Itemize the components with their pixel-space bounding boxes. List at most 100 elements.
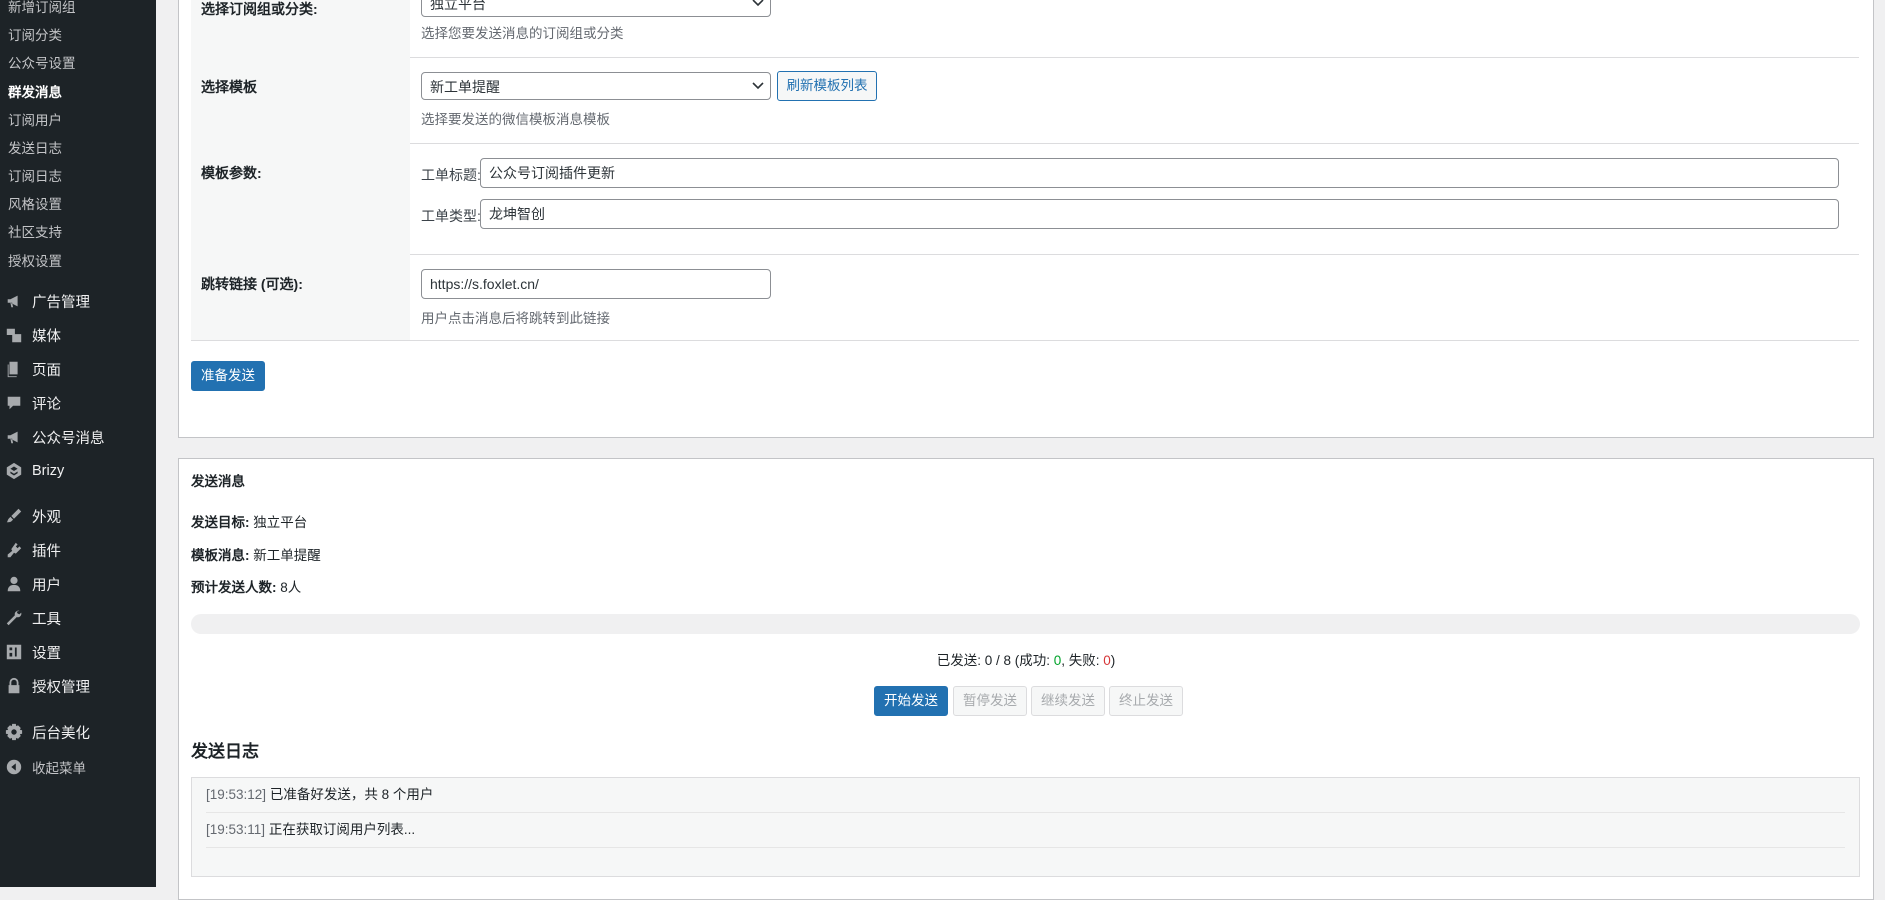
send-panel-title: 发送消息	[191, 474, 245, 489]
ticket-type-input[interactable]: 龙坤智创	[480, 199, 1839, 229]
group-select[interactable]: 独立平台	[421, 0, 771, 17]
pause-send-button[interactable]: 暂停发送	[953, 686, 1027, 716]
brush-icon	[4, 506, 24, 526]
template-select[interactable]: 新工单提醒	[421, 72, 771, 100]
menu-label: 公众号消息	[32, 430, 105, 447]
menu-comments[interactable]: 评论	[4, 389, 154, 417]
chevron-down-icon	[752, 82, 764, 90]
menu-label: 用户	[32, 577, 61, 594]
send-template: 模板消息: 新工单提醒	[191, 544, 321, 564]
send-count-value: 8人	[280, 580, 302, 595]
page-icon	[4, 359, 24, 379]
megaphone-icon	[4, 427, 24, 447]
send-log-heading: 发送日志	[191, 742, 259, 761]
ticket-type-label: 工单类型:	[421, 208, 481, 224]
template-row: 选择模板 新工单提醒 刷新模板列表 选择要发送的微信模板消息模板	[191, 57, 1859, 143]
plugin-icon	[4, 540, 24, 560]
menu-wechat-messages[interactable]: 公众号消息	[4, 423, 154, 451]
submenu-categories[interactable]: 订阅分类	[8, 27, 62, 45]
send-target: 发送目标: 独立平台	[191, 511, 307, 531]
submenu-license-settings[interactable]: 授权设置	[8, 253, 62, 271]
menu-label: 评论	[32, 396, 61, 413]
template-description: 选择要发送的微信模板消息模板	[421, 112, 610, 127]
submenu-broadcast[interactable]: 群发消息	[8, 84, 62, 102]
send-count: 预计发送人数: 8人	[191, 576, 301, 596]
menu-license[interactable]: 授权管理	[4, 672, 154, 700]
menu-collapse[interactable]: 收起菜单	[4, 753, 154, 781]
ticket-title-label: 工单标题:	[421, 167, 481, 183]
ticket-title-input[interactable]: 公众号订阅插件更新	[480, 158, 1839, 188]
menu-admin-beautify[interactable]: 后台美化	[4, 718, 154, 746]
wrench-icon	[4, 608, 24, 628]
menu-users[interactable]: 用户	[4, 570, 154, 598]
admin-sidebar: 新增订阅组 订阅分类 公众号设置 群发消息 订阅用户 发送日志 订阅日志 风格设…	[0, 0, 156, 887]
menu-label: 工具	[32, 611, 61, 628]
resume-send-button[interactable]: 继续发送	[1031, 686, 1105, 716]
stop-send-button[interactable]: 终止发送	[1109, 686, 1183, 716]
log-time: [19:53:12]	[206, 787, 267, 802]
params-label: 模板参数:	[201, 165, 262, 181]
log-time: [19:53:11]	[206, 822, 266, 837]
menu-label: 媒体	[32, 328, 61, 345]
menu-label: 收起菜单	[32, 761, 86, 776]
log-text: 正在获取订阅用户列表...	[268, 822, 416, 837]
link-row: 跳转链接 (可选): https://s.foxlet.cn/ 用户点击消息后将…	[191, 254, 1859, 341]
send-template-label: 模板消息:	[191, 548, 250, 563]
template-label: 选择模板	[201, 79, 257, 95]
gear-icon	[4, 722, 24, 742]
menu-label: 页面	[32, 362, 61, 379]
menu-appearance[interactable]: 外观	[4, 502, 154, 530]
menu-label: 广告管理	[32, 294, 90, 311]
menu-label: 后台美化	[32, 725, 90, 742]
menu-tools[interactable]: 工具	[4, 604, 154, 632]
menu-label: 外观	[32, 509, 61, 526]
menu-label: Brizy	[32, 463, 65, 479]
menu-label: 设置	[32, 645, 61, 662]
log-text: 已准备好发送，共 8 个用户	[269, 787, 434, 802]
prepare-send-button[interactable]: 准备发送	[191, 361, 265, 391]
template-params-row: 模板参数: 工单标题: 公众号订阅插件更新 工单类型: 龙坤智创	[191, 143, 1859, 254]
chevron-down-icon	[752, 0, 764, 7]
submenu-style-settings[interactable]: 风格设置	[8, 196, 62, 214]
settings-icon	[4, 642, 24, 662]
send-counter: 已发送: 0 / 8 (成功: 0, 失败: 0)	[936, 653, 1116, 668]
group-description: 选择您要发送消息的订阅组或分类	[421, 26, 624, 41]
broadcast-form-panel: 选择订阅组或分类: 独立平台 选择您要发送消息的订阅组或分类 选择模板 新工单提…	[178, 0, 1874, 438]
menu-media[interactable]: 媒体	[4, 321, 154, 349]
media-icon	[4, 325, 24, 345]
group-select-value: 独立平台	[430, 0, 486, 12]
menu-label: 插件	[32, 543, 61, 560]
menu-brizy[interactable]: Brizy	[4, 457, 154, 485]
submenu-account-settings[interactable]: 公众号设置	[8, 55, 76, 73]
send-count-label: 预计发送人数:	[191, 580, 277, 595]
fail-count: 0	[1103, 653, 1111, 668]
log-entry: [19:53:11] 正在获取订阅用户列表...	[206, 813, 1845, 848]
menu-label: 授权管理	[32, 679, 90, 696]
user-icon	[4, 574, 24, 594]
send-target-label: 发送目标:	[191, 515, 250, 530]
comment-icon	[4, 393, 24, 413]
group-label: 选择订阅组或分类:	[201, 1, 318, 17]
start-send-button[interactable]: 开始发送	[874, 686, 948, 716]
link-description: 用户点击消息后将跳转到此链接	[421, 311, 610, 326]
submenu-subscribers[interactable]: 订阅用户	[8, 112, 62, 130]
refresh-templates-button[interactable]: 刷新模板列表	[777, 71, 877, 101]
send-panel: 发送消息 发送目标: 独立平台 模板消息: 新工单提醒 预计发送人数: 8人 已…	[178, 458, 1874, 900]
submenu-subscribe-log[interactable]: 订阅日志	[8, 168, 62, 186]
menu-settings[interactable]: 设置	[4, 638, 154, 666]
menu-plugins[interactable]: 插件	[4, 536, 154, 564]
link-input[interactable]: https://s.foxlet.cn/	[421, 269, 771, 299]
send-target-value: 独立平台	[253, 515, 308, 530]
link-label: 跳转链接 (可选):	[201, 276, 303, 292]
progress-bar	[191, 614, 1860, 634]
menu-ads[interactable]: 广告管理	[4, 287, 154, 315]
submenu-send-log[interactable]: 发送日志	[8, 140, 62, 158]
menu-pages[interactable]: 页面	[4, 355, 154, 383]
brizy-icon	[4, 461, 24, 481]
template-select-value: 新工单提醒	[430, 79, 500, 95]
submenu-community-support[interactable]: 社区支持	[8, 224, 62, 242]
lock-icon	[4, 676, 24, 696]
collapse-icon	[4, 757, 24, 777]
submenu-new-group[interactable]: 新增订阅组	[8, 0, 76, 17]
log-entry: [19:53:12] 已准备好发送，共 8 个用户	[206, 778, 1845, 813]
